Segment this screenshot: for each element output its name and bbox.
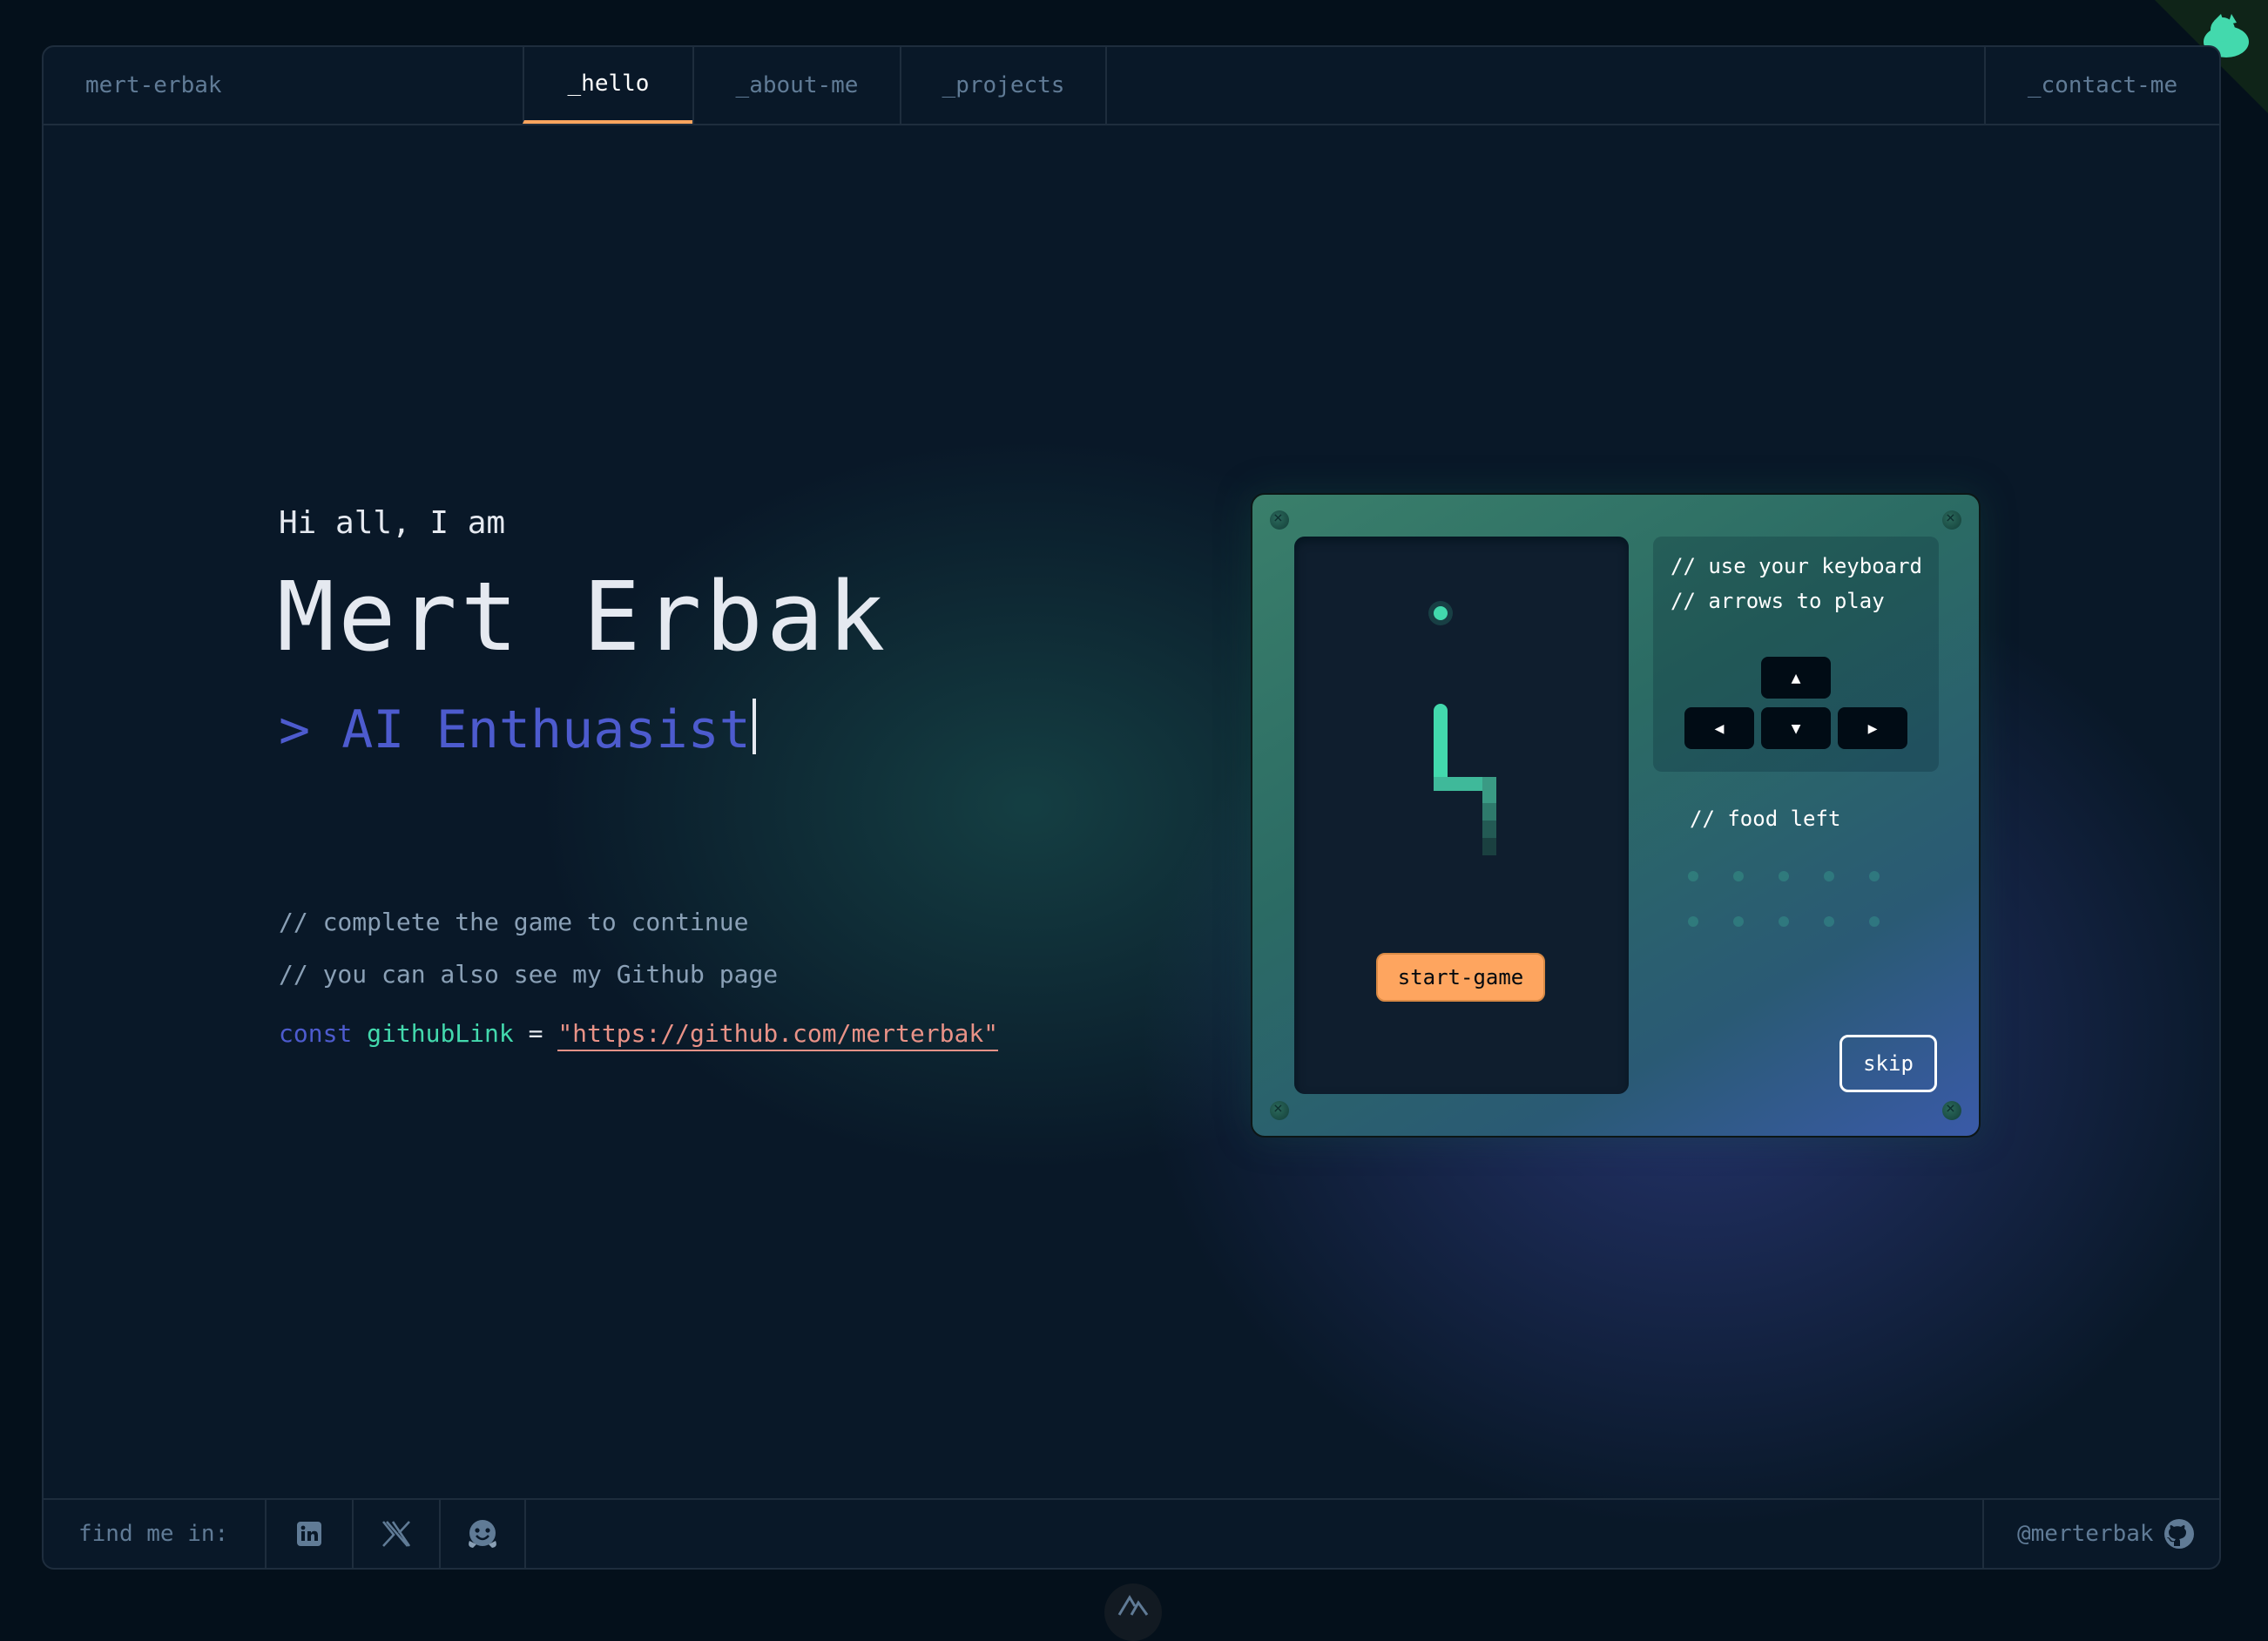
controls-panel: // use your keyboard // arrows to play ▲… bbox=[1653, 537, 1939, 772]
linkedin-icon bbox=[297, 1522, 321, 1546]
github-code-line: const githubLink = "https://github.com/m… bbox=[279, 1019, 999, 1051]
controls-comment-1: // use your keyboard bbox=[1671, 554, 1922, 578]
nuxt-logo-icon[interactable] bbox=[1104, 1584, 1162, 1641]
food-glow bbox=[1428, 601, 1453, 625]
site-brand[interactable]: mert-erbak bbox=[85, 47, 222, 124]
code-variable: githubLink bbox=[367, 1019, 514, 1048]
food-indicator bbox=[1779, 871, 1789, 881]
tab-contact-me[interactable]: _contact-me bbox=[1984, 47, 2219, 124]
tab-hello[interactable]: _hello bbox=[523, 47, 692, 124]
screw-icon bbox=[1270, 509, 1289, 530]
code-keyword: const bbox=[279, 1019, 353, 1048]
controls-comment-2: // arrows to play bbox=[1671, 589, 1885, 613]
food-indicator bbox=[1733, 916, 1744, 927]
hero-role-text: > AI Enthuasist bbox=[279, 699, 751, 760]
arrow-up-icon: ▲ bbox=[1791, 668, 1801, 687]
food-indicator bbox=[1688, 916, 1698, 927]
typing-caret bbox=[752, 699, 756, 754]
x-link[interactable] bbox=[352, 1500, 439, 1568]
hero-role: > AI Enthuasist bbox=[279, 699, 756, 761]
snake-game-panel: start-game // use your keyboard // arrow… bbox=[1251, 493, 1981, 1138]
hero-name: Mert Erbak bbox=[277, 561, 889, 672]
screw-icon bbox=[1942, 509, 1961, 530]
food-indicator bbox=[1869, 916, 1880, 927]
game-board[interactable]: start-game bbox=[1294, 537, 1629, 1094]
x-icon bbox=[381, 1521, 411, 1547]
snake bbox=[1434, 704, 1496, 855]
top-nav: mert-erbak _hello _about-me _projects _c… bbox=[44, 47, 2219, 125]
window-frame: mert-erbak _hello _about-me _projects _c… bbox=[42, 45, 2221, 1570]
food-indicator bbox=[1824, 916, 1834, 927]
github-link[interactable]: "https://github.com/merterbak" bbox=[557, 1019, 999, 1051]
huggingface-link[interactable] bbox=[439, 1500, 526, 1568]
skip-button[interactable]: skip bbox=[1839, 1035, 1937, 1092]
arrow-down-key[interactable]: ▼ bbox=[1761, 707, 1831, 749]
screw-icon bbox=[1942, 1099, 1961, 1120]
food-indicator bbox=[1733, 871, 1744, 881]
food-indicator bbox=[1824, 871, 1834, 881]
tab-projects[interactable]: _projects bbox=[900, 47, 1107, 124]
food-indicator bbox=[1779, 916, 1789, 927]
huggingface-icon bbox=[469, 1520, 496, 1548]
github-icon bbox=[2163, 1519, 2194, 1549]
food-indicator bbox=[1688, 871, 1698, 881]
arrow-left-key[interactable]: ◀ bbox=[1684, 707, 1754, 749]
food-indicator bbox=[1869, 871, 1880, 881]
arrow-down-icon: ▼ bbox=[1791, 719, 1801, 738]
tab-about-me[interactable]: _about-me bbox=[692, 47, 900, 124]
start-game-button[interactable]: start-game bbox=[1376, 953, 1545, 1002]
hint-comment-github: // you can also see my Github page bbox=[279, 960, 779, 989]
arrow-right-key[interactable]: ▶ bbox=[1838, 707, 1907, 749]
hint-comment-game: // complete the game to continue bbox=[279, 908, 749, 936]
arrow-up-key[interactable]: ▲ bbox=[1761, 657, 1831, 699]
code-operator: = bbox=[528, 1019, 543, 1048]
find-me-label: find me in: bbox=[78, 1521, 229, 1547]
arrow-right-icon: ▶ bbox=[1867, 719, 1878, 738]
screw-icon bbox=[1270, 1099, 1289, 1120]
nuxt-icon bbox=[1117, 1595, 1149, 1616]
food-left-label: // food left bbox=[1690, 807, 1841, 831]
game-canvas bbox=[1428, 601, 1496, 855]
github-handle: @merterbak bbox=[2017, 1521, 2154, 1547]
footer-bar: find me in: @merterbak bbox=[44, 1498, 2219, 1568]
arrow-left-icon: ◀ bbox=[1714, 719, 1725, 738]
hero-greeting: Hi all, I am bbox=[279, 505, 506, 541]
github-handle-link[interactable]: @merterbak bbox=[1982, 1500, 2219, 1568]
linkedin-link[interactable] bbox=[265, 1500, 352, 1568]
